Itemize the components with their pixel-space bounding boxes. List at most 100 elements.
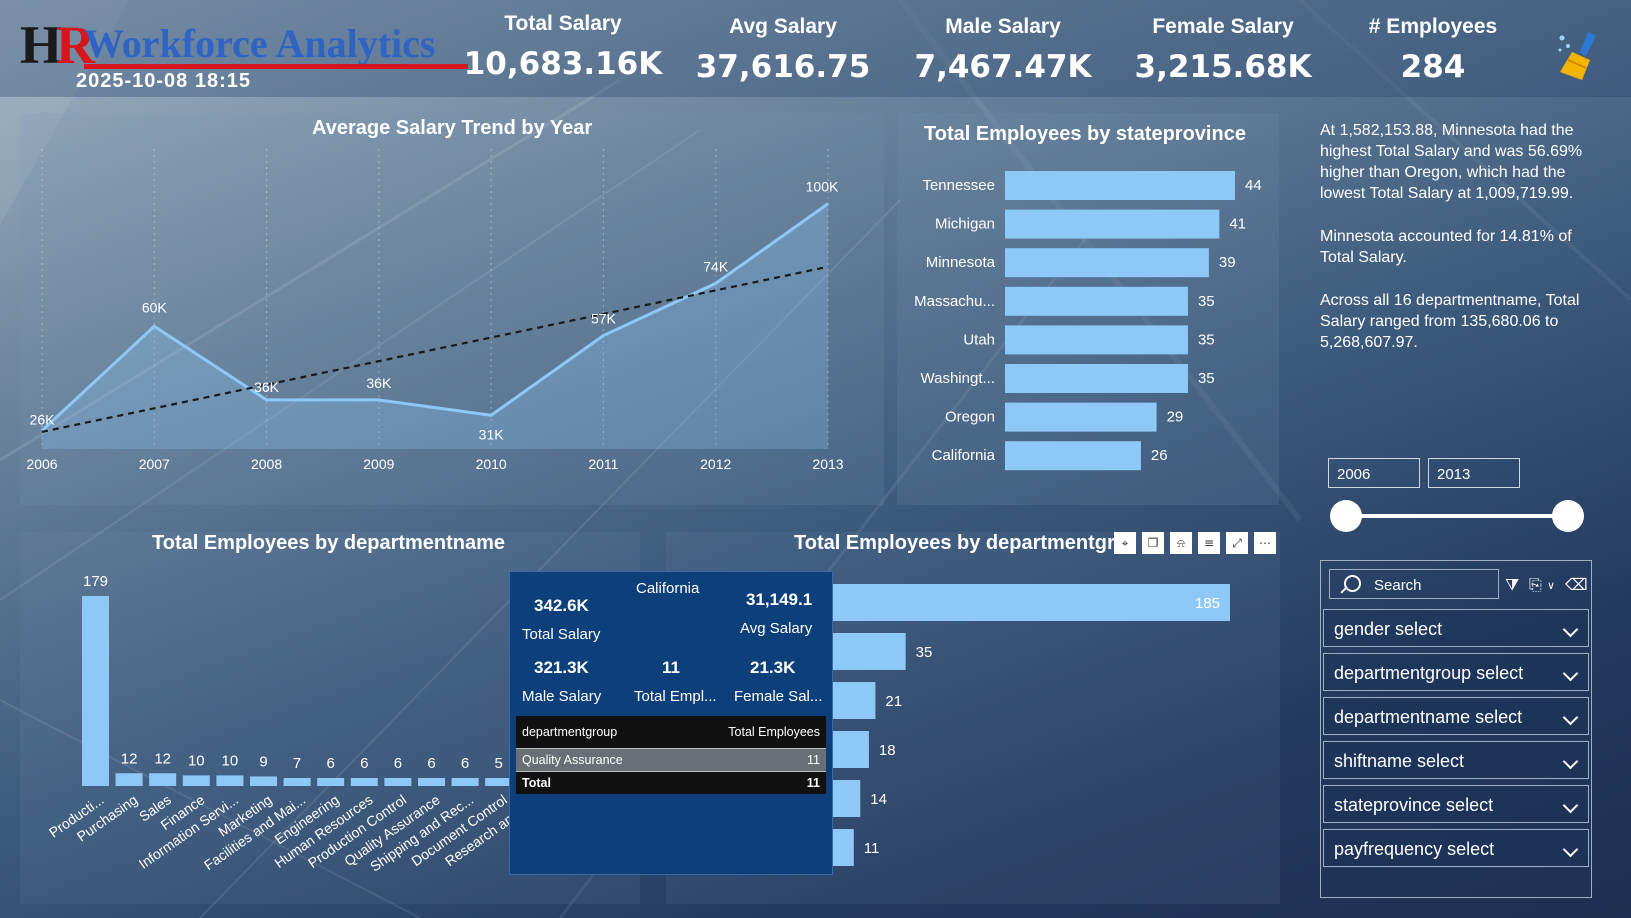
select-label: departmentname select xyxy=(1334,707,1523,727)
x-tick-label: 2006 xyxy=(26,456,57,472)
payfrequency-select[interactable]: payfrequency select xyxy=(1323,829,1589,867)
bar xyxy=(82,596,109,786)
bar xyxy=(1005,248,1209,278)
data-label: 12 xyxy=(121,750,138,767)
year-slider-end-handle[interactable] xyxy=(1552,500,1584,532)
chevron-down-icon xyxy=(1562,621,1579,638)
bar xyxy=(830,731,869,768)
chevron-down-icon[interactable]: ∨ xyxy=(1547,579,1555,592)
data-label: 60K xyxy=(142,299,168,315)
bar xyxy=(485,778,513,786)
title-underline xyxy=(84,64,468,69)
kpi-label: Total Salary xyxy=(504,12,622,35)
copy-icon[interactable]: ❐ xyxy=(1142,532,1164,554)
departmentgroup-select[interactable]: departmentgroup select xyxy=(1323,653,1589,691)
stateprovince-select[interactable]: stateprovince select xyxy=(1323,785,1589,823)
year-end-input[interactable]: 2013 xyxy=(1428,458,1520,488)
bar xyxy=(1005,402,1157,432)
tooltip-employees-value: 11 xyxy=(662,658,680,677)
tooltip-total-salary-label: Total Salary xyxy=(522,626,601,643)
x-tick-label: 2009 xyxy=(363,456,394,472)
data-label: 26K xyxy=(30,412,56,428)
tooltip-female-label: Female Sal... xyxy=(734,688,823,705)
bar xyxy=(250,776,277,786)
y-tick-label: Oregon xyxy=(945,409,995,426)
bar xyxy=(830,829,854,866)
data-label: 29 xyxy=(1167,409,1184,426)
year-start-input[interactable]: 2006 xyxy=(1328,458,1420,488)
bar xyxy=(1005,325,1188,355)
trend-chart[interactable]: 2006 2007 2008 2009 2010 2011 2012 2013 26K 60K 36… xyxy=(20,113,884,505)
table-header-cell: Total Employees xyxy=(677,716,826,749)
pin-icon[interactable]: ⌖ xyxy=(1114,532,1136,554)
kpi-employees: # Employees 284 xyxy=(1333,12,1533,85)
y-tick-label: Washingt... xyxy=(921,370,995,387)
bar xyxy=(830,633,906,670)
data-label: 100K xyxy=(806,179,839,195)
refresh-datetime: 2025-10-08 18:15 xyxy=(76,70,252,92)
bar xyxy=(1005,286,1188,316)
data-label: 7 xyxy=(293,755,301,772)
data-label: 39 xyxy=(1219,254,1236,271)
tooltip-avg-salary-label: Avg Salary xyxy=(740,620,813,637)
kpi-label: Male Salary xyxy=(945,15,1061,38)
data-label: 35 xyxy=(1198,293,1215,310)
table-header-cell: departmentgroup xyxy=(516,716,678,749)
table-row: Quality Assurance 11 xyxy=(516,748,826,772)
data-label: 18 xyxy=(879,742,896,759)
search-input[interactable]: Search xyxy=(1329,569,1499,599)
chevron-down-icon xyxy=(1562,841,1579,858)
eraser-icon[interactable]: ⌫ xyxy=(1565,575,1588,594)
chevron-down-icon xyxy=(1562,797,1579,814)
tooltip-male-value: 321.3K xyxy=(534,658,589,677)
paste-icon[interactable]: ⎘ xyxy=(1529,575,1542,595)
data-label: 44 xyxy=(1245,177,1262,194)
data-label: 35 xyxy=(1198,370,1215,387)
bar xyxy=(830,682,876,719)
tooltip-table: departmentgroup Total Employees Quality … xyxy=(516,716,826,794)
gender-select[interactable]: gender select xyxy=(1323,609,1589,647)
more-icon[interactable]: ⋯ xyxy=(1254,532,1276,554)
year-slider-start-handle[interactable] xyxy=(1330,500,1362,532)
data-label: 21 xyxy=(885,693,902,710)
select-label: departmentgroup select xyxy=(1334,663,1524,683)
filter-icon[interactable]: ≡ xyxy=(1198,532,1220,554)
data-label: 11 xyxy=(864,840,880,857)
shiftname-select[interactable]: shiftname select xyxy=(1323,741,1589,779)
bar xyxy=(216,775,244,786)
kpi-value: 7,467.47K xyxy=(914,49,1092,85)
data-label: 10 xyxy=(188,752,205,769)
year-slider-track[interactable] xyxy=(1348,514,1570,518)
tooltip-male-label: Male Salary xyxy=(522,688,602,705)
data-label: 6 xyxy=(461,755,469,772)
data-label: 10 xyxy=(222,752,239,769)
y-tick-label: California xyxy=(932,447,996,464)
bar xyxy=(1005,441,1141,471)
search-icon xyxy=(1344,575,1361,592)
tooltip-employees-label: Total Empl... xyxy=(634,688,717,705)
table-header-row: departmentgroup Total Employees xyxy=(516,716,826,749)
x-tick-label: 2010 xyxy=(476,456,507,472)
kpi-avg-salary: Avg Salary 37,616.75 xyxy=(683,12,883,85)
logo-mark: HR xyxy=(20,15,95,75)
data-label: 35 xyxy=(916,644,933,661)
kpi-female-salary: Female Salary 3,215.68K xyxy=(1123,12,1323,85)
search-placeholder: Search xyxy=(1374,577,1422,594)
data-label: 35 xyxy=(1198,331,1215,348)
state-chart[interactable]: Tennessee 44 Michigan 41 Minnesota 39 Massachu… xyxy=(897,113,1279,505)
kpi-value: 10,683.16K xyxy=(463,46,663,82)
chevron-down-icon xyxy=(1562,753,1579,770)
broom-icon[interactable] xyxy=(1556,30,1606,85)
tooltip-total-salary-value: 342.6K xyxy=(534,596,589,615)
filter-icon[interactable]: ⧩ xyxy=(1505,575,1519,595)
data-label: 31K xyxy=(479,426,505,442)
data-label: 57K xyxy=(591,311,617,327)
x-tick-label: 2013 xyxy=(812,456,843,472)
focus-icon[interactable]: ⤢ xyxy=(1226,532,1248,554)
kpi-label: # Employees xyxy=(1368,15,1498,38)
departmentname-select[interactable]: departmentname select xyxy=(1323,697,1589,735)
bar xyxy=(1005,209,1220,239)
smart-narrative: At 1,582,153.88, Minnesota had the highe… xyxy=(1320,120,1600,375)
bell-icon[interactable]: ⍾ xyxy=(1170,532,1192,554)
app-title: Workforce Analytics xyxy=(84,21,436,66)
